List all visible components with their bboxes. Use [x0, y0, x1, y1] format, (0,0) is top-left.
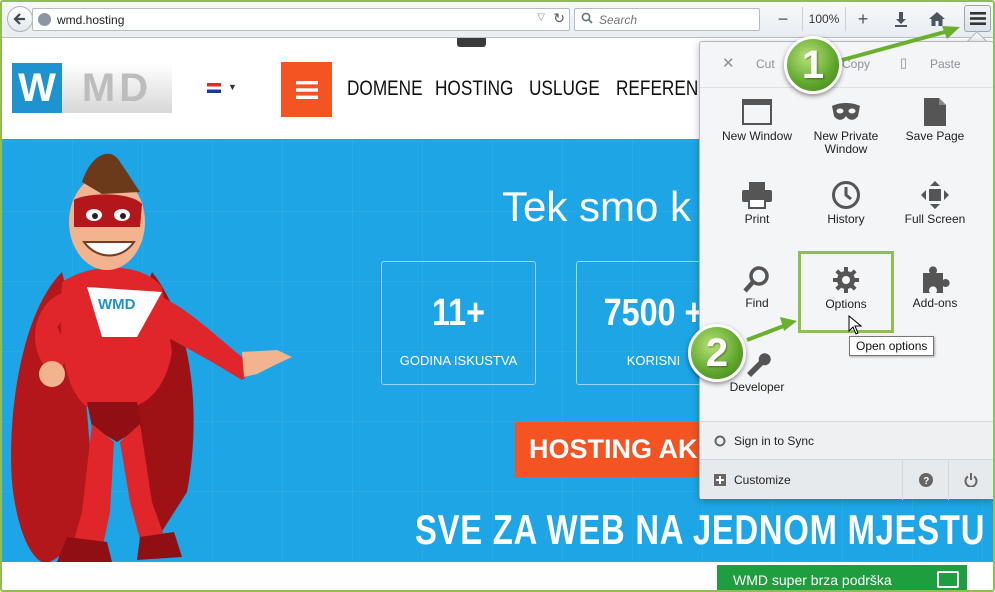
tab-handle[interactable]: [457, 38, 486, 47]
wmd-logo[interactable]: W MD: [12, 63, 172, 113]
quit-power-icon[interactable]: [948, 460, 993, 500]
save-page-icon: [891, 94, 979, 130]
superhero-mascot-image: WMD: [11, 153, 292, 564]
site-menu-button[interactable]: [281, 62, 332, 117]
stat-box-years: 11+ GODINA ISKUSTVA: [381, 261, 536, 385]
hero-slogan: SVE ZA WEB NA JEDNOM MJESTU: [415, 506, 986, 553]
print-icon: [713, 177, 801, 213]
menu-options[interactable]: Options: [798, 251, 894, 333]
paste-button[interactable]: Paste: [930, 57, 961, 71]
menu-new-private-window[interactable]: New Private Window: [802, 94, 890, 172]
browser-window: wmd.hosting ▽ ↻ − 100% + W MD ▼: [0, 0, 995, 592]
menu-item-label: New Window: [721, 129, 793, 143]
menu-addons[interactable]: Add-ons: [891, 261, 979, 339]
nav-domene[interactable]: DOMENE: [347, 77, 423, 101]
mascot-chest-text: WMD: [98, 296, 136, 313]
menu-new-window[interactable]: New Window: [713, 94, 801, 172]
nav-hosting[interactable]: HOSTING: [435, 77, 513, 101]
hamburger-menu-icon: [969, 12, 986, 25]
menu-item-label: Find: [745, 296, 769, 310]
back-button[interactable]: [7, 6, 33, 32]
menu-full-screen[interactable]: Full Screen: [891, 177, 979, 255]
hero-title: Tek smo k: [502, 183, 692, 230]
zoom-in-button[interactable]: +: [852, 7, 874, 31]
home-icon[interactable]: [924, 7, 950, 31]
url-text: wmd.hosting: [57, 12, 125, 27]
options-tooltip: Open options: [849, 336, 935, 356]
support-chat-button[interactable]: WMD super brza podrška: [717, 565, 967, 590]
find-magnifier-icon: [713, 261, 801, 297]
menu-item-label: History: [827, 212, 865, 226]
open-menu-button[interactable]: [964, 5, 991, 32]
options-gear-icon: [801, 262, 891, 298]
customize-bar: Customize ?: [700, 459, 993, 500]
url-dropdown-icon[interactable]: ▽: [537, 12, 545, 23]
search-box[interactable]: [574, 8, 760, 31]
croatia-flag-icon[interactable]: [207, 83, 221, 93]
cut-button[interactable]: Cut: [756, 57, 775, 71]
logo-md: MD: [62, 63, 172, 113]
stat-label: GODINA ISKUSTVA: [399, 353, 518, 368]
menu-item-label: New Private Window: [813, 129, 879, 156]
sync-label: Sign in to Sync: [734, 433, 815, 448]
menu-print[interactable]: Print: [713, 177, 801, 255]
stat-value: 11+: [431, 292, 486, 334]
addons-puzzle-icon: [891, 261, 979, 297]
new-window-icon: [713, 94, 801, 130]
search-icon: [581, 12, 593, 27]
paste-clipboard-icon: ▯: [900, 55, 908, 70]
svg-text:?: ?: [923, 476, 929, 487]
zoom-out-button[interactable]: −: [772, 7, 794, 31]
cut-scissors-icon: ✕: [722, 55, 735, 72]
logo-w: W: [12, 63, 62, 113]
firefox-menu-panel: ✕ Cut Copy ▯ Paste New Window New Privat…: [699, 41, 993, 500]
menu-item-label: Developer: [729, 380, 785, 394]
sync-icon: [714, 435, 726, 447]
menu-item-label: Full Screen: [904, 212, 966, 226]
browser-toolbar: wmd.hosting ▽ ↻ − 100% +: [2, 2, 993, 38]
edit-controls-row: ✕ Cut Copy ▯ Paste: [700, 42, 993, 88]
step-2-badge: 2: [688, 324, 746, 382]
help-icon[interactable]: ?: [902, 460, 948, 500]
history-clock-icon: [802, 177, 890, 213]
customize-button[interactable]: Customize: [734, 473, 791, 487]
zoom-reset-button[interactable]: 100%: [802, 7, 846, 31]
support-label: WMD super brza podrška: [733, 571, 892, 588]
url-bar[interactable]: wmd.hosting ▽ ↻: [32, 8, 570, 31]
private-mask-icon: [802, 94, 890, 130]
customize-plus-icon: [714, 473, 726, 486]
menu-item-label: Options: [825, 297, 867, 311]
search-input[interactable]: [599, 12, 749, 27]
menu-history[interactable]: History: [802, 177, 890, 255]
nav-usluge[interactable]: USLUGE: [529, 77, 600, 101]
menu-item-label: Save Page: [905, 129, 965, 143]
chat-icon: [937, 571, 959, 588]
copy-button[interactable]: Copy: [842, 57, 870, 71]
back-arrow-icon: [13, 13, 25, 25]
download-icon[interactable]: [888, 7, 914, 31]
menu-save-page[interactable]: Save Page: [891, 94, 979, 172]
hosting-akcija-button[interactable]: HOSTING AK: [515, 422, 715, 477]
language-caret-icon[interactable]: ▼: [228, 82, 237, 92]
globe-icon: [38, 13, 51, 26]
menu-item-label: Print: [744, 212, 770, 226]
sign-in-to-sync[interactable]: Sign in to Sync: [700, 421, 993, 459]
hamburger-icon: [295, 80, 318, 99]
step-1-badge: 1: [784, 36, 842, 94]
full-screen-icon: [891, 177, 979, 213]
mouse-cursor-icon: [848, 315, 862, 335]
menu-item-label: Add-ons: [912, 296, 958, 310]
reload-icon[interactable]: ↻: [553, 10, 565, 27]
